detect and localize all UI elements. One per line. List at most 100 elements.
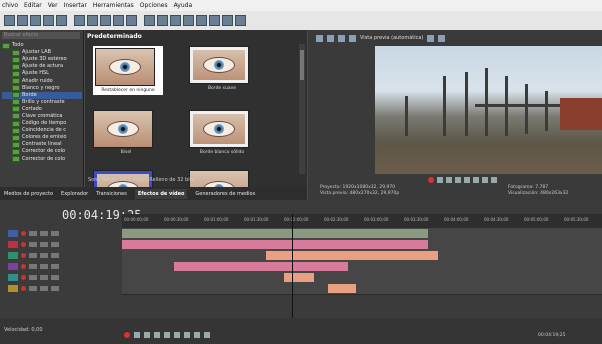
properties-icon[interactable]	[56, 15, 67, 26]
timeline-clip[interactable]	[122, 229, 428, 238]
track-header[interactable]	[0, 261, 122, 272]
effect-preset[interactable]: Restablecer en ninguno	[93, 46, 163, 95]
fx-icon[interactable]	[40, 275, 48, 280]
loop-icon[interactable]	[134, 332, 140, 338]
save-snapshot-icon[interactable]	[438, 34, 446, 42]
stop-icon[interactable]	[174, 332, 180, 338]
track-lane[interactable]	[122, 283, 602, 295]
fx-icon[interactable]	[40, 231, 48, 236]
menu-item-herramientas[interactable]: Herramientas	[93, 2, 134, 9]
track-header[interactable]	[0, 272, 122, 283]
record-icon[interactable]	[428, 177, 434, 183]
timeline-clip[interactable]	[328, 284, 356, 293]
effect-tree-item[interactable]: Clave cromática	[2, 113, 82, 120]
effect-tree-item[interactable]: Contraste lineal	[2, 141, 82, 148]
playback-rate[interactable]: Velocidad: 0,00	[4, 327, 43, 333]
track-header[interactable]	[0, 239, 122, 250]
menu-item-ver[interactable]: Ver	[48, 2, 58, 9]
effect-tree-item[interactable]: Blanco y negro	[2, 85, 82, 92]
tab-explorer[interactable]: Explorador	[61, 191, 88, 197]
split-screen-icon[interactable]	[338, 34, 345, 42]
play-from-start-icon[interactable]	[144, 332, 150, 338]
render-icon[interactable]	[43, 15, 54, 26]
track-header[interactable]	[0, 228, 122, 239]
pause-icon[interactable]	[164, 332, 170, 338]
mute-icon[interactable]	[21, 264, 26, 269]
solo-icon[interactable]	[29, 242, 37, 247]
copy-icon[interactable]	[87, 15, 98, 26]
normal-edit-tool-icon[interactable]	[183, 15, 194, 26]
play-icon[interactable]	[455, 177, 461, 183]
mute-icon[interactable]	[21, 242, 26, 247]
fx-icon[interactable]	[40, 253, 48, 258]
go-to-end-icon[interactable]	[204, 332, 210, 338]
mute-icon[interactable]	[21, 275, 26, 280]
mute-icon[interactable]	[21, 253, 26, 258]
menu-item-ayuda[interactable]: Ayuda	[174, 2, 193, 9]
timeline-clip[interactable]	[122, 240, 428, 249]
effect-tree-item[interactable]: Ajuste HSL	[2, 70, 82, 77]
menu-item-insertar[interactable]: Insertar	[64, 2, 87, 9]
go-to-end-icon[interactable]	[491, 177, 497, 183]
solo-icon[interactable]	[29, 231, 37, 236]
preview-quality-dropdown[interactable]: Vista previa (automática)	[360, 35, 423, 41]
preview-settings-icon[interactable]	[316, 34, 323, 42]
selection-tool-icon[interactable]	[209, 15, 220, 26]
paste-icon[interactable]	[100, 15, 111, 26]
effect-tree-item[interactable]: Coincidencia de c	[2, 127, 82, 134]
snap-icon[interactable]	[144, 15, 155, 26]
effect-tree-item[interactable]: Brillo y contraste	[2, 99, 82, 106]
effect-preset[interactable]: Borde suave	[189, 46, 255, 91]
solo-icon[interactable]	[29, 286, 37, 291]
solo-icon[interactable]	[29, 275, 37, 280]
effect-tree-item[interactable]: Corrector de colo	[2, 156, 82, 163]
track-motion-icon[interactable]	[51, 242, 59, 247]
track-motion-icon[interactable]	[51, 253, 59, 258]
tab-project-media[interactable]: Medios de proyecto	[4, 191, 53, 197]
effect-tree-item[interactable]: Corrector de colo	[2, 148, 82, 155]
tab-transitions[interactable]: Transiciones	[96, 191, 127, 197]
zoom-tool-icon[interactable]	[222, 15, 233, 26]
effect-tree-item[interactable]: Ajuste 3D estéreo	[2, 56, 82, 63]
timeline-clip[interactable]	[284, 273, 314, 282]
track-motion-icon[interactable]	[51, 275, 59, 280]
menu-item-archivo[interactable]: chivo	[2, 2, 18, 9]
effect-preset[interactable]: Borde blanco sólido	[189, 110, 255, 155]
track-motion-icon[interactable]	[51, 264, 59, 269]
play-icon[interactable]	[154, 332, 160, 338]
effect-tree-item[interactable]: Borde	[2, 91, 82, 99]
effect-tree-item[interactable]: Código de tiempo	[2, 120, 82, 127]
effect-tree-item[interactable]: Ajuste de actura	[2, 63, 82, 70]
fx-icon[interactable]	[40, 286, 48, 291]
track-header[interactable]	[0, 283, 122, 294]
mute-icon[interactable]	[21, 231, 26, 236]
overlays-icon[interactable]	[349, 34, 356, 42]
loop-icon[interactable]	[437, 177, 443, 183]
tab-media-generators[interactable]: Generadores de medios	[195, 191, 255, 197]
pause-icon[interactable]	[464, 177, 470, 183]
fx-icon[interactable]	[40, 242, 48, 247]
solo-icon[interactable]	[29, 253, 37, 258]
effect-tree-item[interactable]: Cortado	[2, 106, 82, 113]
cut-icon[interactable]	[74, 15, 85, 26]
redo-icon[interactable]	[126, 15, 137, 26]
lock-envelopes-icon[interactable]	[170, 15, 181, 26]
tab-video-fx[interactable]: Efectos de vídeo	[134, 188, 188, 199]
go-to-start-icon[interactable]	[482, 177, 488, 183]
track-header[interactable]	[0, 250, 122, 261]
copy-snapshot-icon[interactable]	[427, 34, 435, 42]
effect-tree-item[interactable]: Ajustar LAB	[2, 49, 82, 56]
next-frame-icon[interactable]	[194, 332, 200, 338]
effect-preset[interactable]: Bisel	[93, 110, 159, 155]
help-icon[interactable]	[235, 15, 246, 26]
menu-item-editar[interactable]: Editar	[24, 2, 42, 9]
external-monitor-icon[interactable]	[327, 34, 334, 42]
previous-frame-icon[interactable]	[184, 332, 190, 338]
save-icon[interactable]	[30, 15, 41, 26]
stop-icon[interactable]	[473, 177, 479, 183]
new-project-icon[interactable]	[4, 15, 15, 26]
record-icon[interactable]	[124, 332, 130, 338]
playhead-cursor[interactable]	[292, 214, 293, 318]
menu-item-opciones[interactable]: Opciones	[140, 2, 168, 9]
mute-icon[interactable]	[21, 286, 26, 291]
